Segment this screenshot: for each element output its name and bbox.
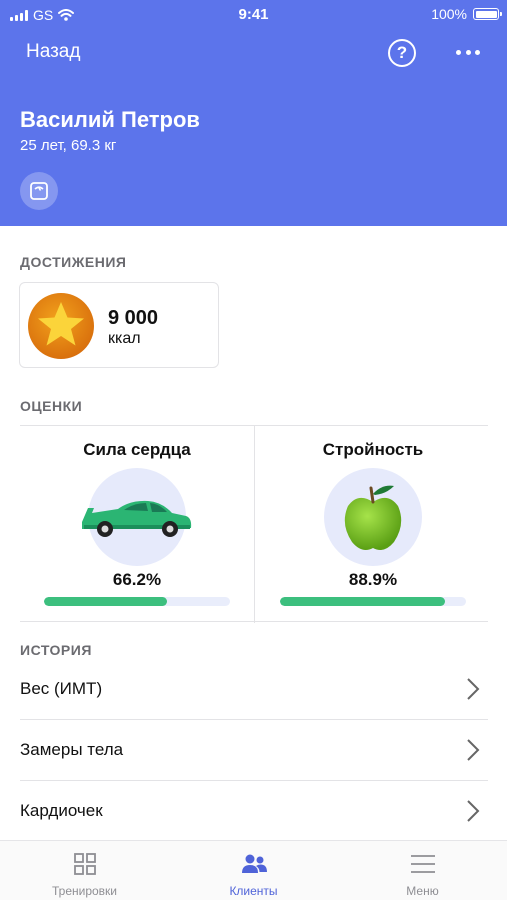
sports-car-icon [82, 500, 192, 537]
chevron-right-icon [467, 678, 480, 700]
chevron-right-icon [467, 739, 480, 761]
tab-menu[interactable]: Меню [338, 841, 507, 900]
history-item-label: Замеры тела [20, 740, 124, 759]
user-name: Василий Петров [20, 107, 200, 132]
ratings-divider [254, 426, 255, 623]
achievements-title: ДОСТИЖЕНИЯ [20, 254, 127, 270]
history-title: ИСТОРИЯ [20, 642, 92, 658]
tab-label: Тренировки [51, 884, 117, 898]
rating-progress-fill [44, 597, 168, 606]
tab-clients[interactable]: Клиенты [169, 841, 338, 900]
battery-percent: 100% [431, 6, 467, 22]
menu-icon [411, 855, 435, 873]
chevron-right-icon [467, 800, 480, 822]
history-item-weight[interactable]: Вес (ИМТ) [20, 659, 488, 720]
rating-title: Стройность [322, 440, 424, 459]
star-medal-icon [28, 293, 94, 359]
scale-button[interactable] [20, 172, 58, 210]
achievement-value: 9 000 [108, 307, 159, 329]
green-apple-icon [344, 485, 402, 550]
battery-icon [473, 8, 502, 20]
people-icon [242, 854, 267, 873]
ellipsis-icon[interactable] [456, 43, 480, 61]
history-item-cardio-check[interactable]: Кардиочек [20, 781, 488, 842]
question-circle-icon[interactable]: ? [388, 39, 416, 67]
tab-bar: Тренировки Клиенты Меню [0, 840, 507, 900]
rating-heart-strength[interactable]: Сила сердца 66.2% [20, 426, 254, 623]
history-item-body-measurements[interactable]: Замеры тела [20, 720, 488, 781]
achievement-card[interactable]: 9 000 ккал [19, 282, 219, 368]
achievement-unit: ккал [108, 330, 141, 347]
history-item-label: Кардиочек [20, 801, 103, 820]
rating-value: 66.2% [112, 570, 162, 589]
scale-icon [30, 182, 48, 200]
ratings-title: ОЦЕНКИ [20, 398, 83, 414]
tab-label: Клиенты [229, 884, 278, 898]
status-right: 100% [431, 6, 502, 22]
rating-progress-fill [280, 597, 446, 606]
rating-title: Сила сердца [83, 440, 191, 459]
history-item-label: Вес (ИМТ) [20, 679, 103, 698]
tab-workouts[interactable]: Тренировки [0, 841, 169, 900]
rating-slimness[interactable]: Стройность 88.9% [256, 426, 490, 623]
profile-header: GS 9:41 100% Назад ? Василий Петров 25 л… [0, 0, 507, 226]
tab-label: Меню [406, 884, 439, 898]
rating-progress-track [44, 597, 230, 606]
status-bar: GS 9:41 100% [0, 0, 507, 30]
ratings-panel: Сила сердца 66.2% Стройность 88.9% [20, 425, 490, 623]
rating-value: 88.9% [348, 570, 398, 589]
grid-icon [74, 853, 96, 875]
back-button[interactable]: Назад [26, 41, 80, 63]
rating-progress-track [280, 597, 466, 606]
user-info: 25 лет, 69.3 кг [20, 137, 117, 154]
